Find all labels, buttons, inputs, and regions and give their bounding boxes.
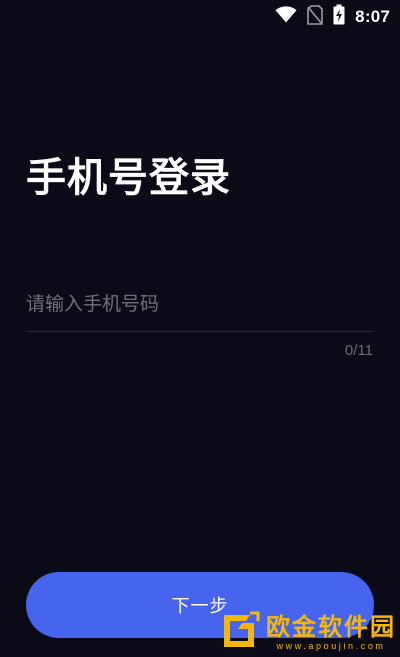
page-title: 手机号登录 xyxy=(26,155,231,201)
status-bar: 8:07 xyxy=(0,0,400,32)
battery-charging-icon xyxy=(333,4,345,29)
status-time: 8:07 xyxy=(355,6,390,26)
watermark-url: www.apoujin.com xyxy=(276,641,386,651)
status-icons: 8:07 xyxy=(275,4,390,29)
no-sim-icon xyxy=(307,4,323,29)
watermark-name: 欧金软件园 xyxy=(266,613,396,641)
character-counter: 0/11 xyxy=(344,342,373,359)
input-underline xyxy=(26,331,374,332)
watermark: 欧金软件园 www.apoujin.com xyxy=(220,609,396,655)
phone-number-input[interactable] xyxy=(26,284,374,324)
watermark-logo-icon xyxy=(220,609,262,655)
wifi-icon xyxy=(275,6,297,27)
